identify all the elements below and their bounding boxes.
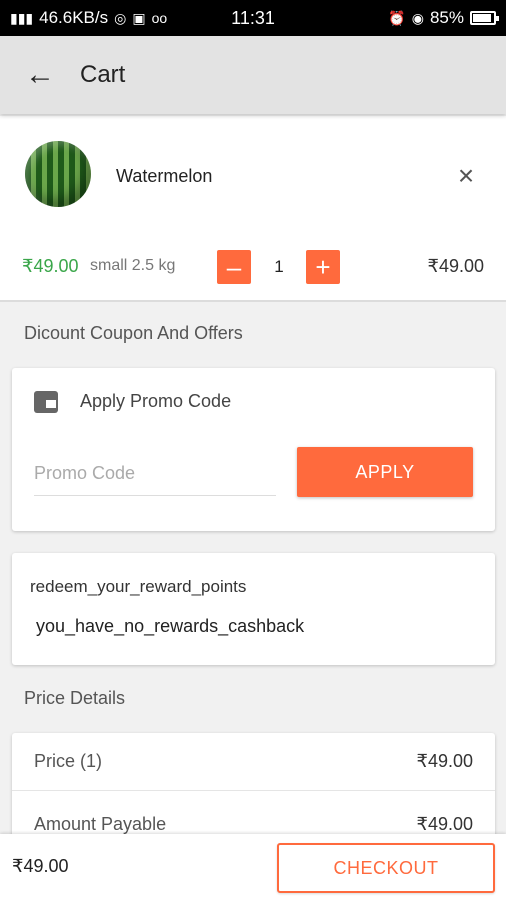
price-row-value: ₹49.00 xyxy=(416,751,474,771)
amount-payable-value: ₹49.00 xyxy=(416,813,474,834)
toolbar: ← Cart xyxy=(0,36,506,114)
price-row-label: Price (1) xyxy=(34,751,103,771)
amount-payable-label: Amount Payable xyxy=(34,813,167,834)
product-size: small 2.5 kg xyxy=(90,257,176,274)
rewards-card: redeem_your_reward_points you_have_no_re… xyxy=(12,553,495,665)
price-row: Price (1) ₹49.00 xyxy=(12,733,495,791)
signal-icon: ▮▮▮ xyxy=(10,9,34,26)
rewards-message: you_have_no_rewards_cashback xyxy=(36,616,305,636)
wallet-icon xyxy=(34,391,58,413)
status-bar: ▮▮▮ 46.6KB/s ◎ ▣ oo 11:31 ⏰ ◉ 85% xyxy=(0,0,506,36)
increase-quantity-button[interactable]: + xyxy=(306,250,340,284)
eye-icon: ◉ xyxy=(411,9,424,26)
bottom-bar: ₹49.00 CHECKOUT xyxy=(0,834,506,900)
coupon-section-title: Dicount Coupon And Offers xyxy=(24,323,243,343)
battery-icon xyxy=(470,11,499,25)
hotspot-icon: ◎ xyxy=(114,9,127,26)
status-left: ▮▮▮ 46.6KB/s ◎ ▣ oo xyxy=(10,8,167,28)
cart-item: Watermelon × ₹49.00 small 2.5 kg – 1 + ₹… xyxy=(0,116,506,302)
promo-card: Apply Promo Code APPLY xyxy=(12,368,495,531)
quantity-value: 1 xyxy=(274,257,284,276)
voicemail-icon: oo xyxy=(151,10,168,26)
close-icon[interactable]: × xyxy=(451,161,481,191)
page-title: Cart xyxy=(80,61,126,88)
decrease-quantity-button[interactable]: – xyxy=(217,250,251,284)
unit-price: ₹49.00 xyxy=(22,256,79,276)
apply-button[interactable]: APPLY xyxy=(297,447,473,497)
bottom-total: ₹49.00 xyxy=(12,856,69,876)
line-total: ₹49.00 xyxy=(427,256,485,276)
alarm-icon: ⏰ xyxy=(388,9,406,26)
checkout-button[interactable]: CHECKOUT xyxy=(277,843,495,893)
price-details-title: Price Details xyxy=(24,688,126,708)
battery-percent: 85% xyxy=(429,8,464,27)
promo-code-input[interactable] xyxy=(34,452,276,496)
product-name: Watermelon xyxy=(116,166,213,186)
promo-title: Apply Promo Code xyxy=(80,391,232,411)
network-speed: 46.6KB/s xyxy=(39,8,109,27)
status-right: ⏰ ◉ 85% xyxy=(388,8,499,28)
rewards-title: redeem_your_reward_points xyxy=(30,577,247,596)
image-icon: ▣ xyxy=(132,9,146,26)
product-image xyxy=(25,141,91,207)
back-arrow-icon[interactable]: ← xyxy=(0,36,80,114)
